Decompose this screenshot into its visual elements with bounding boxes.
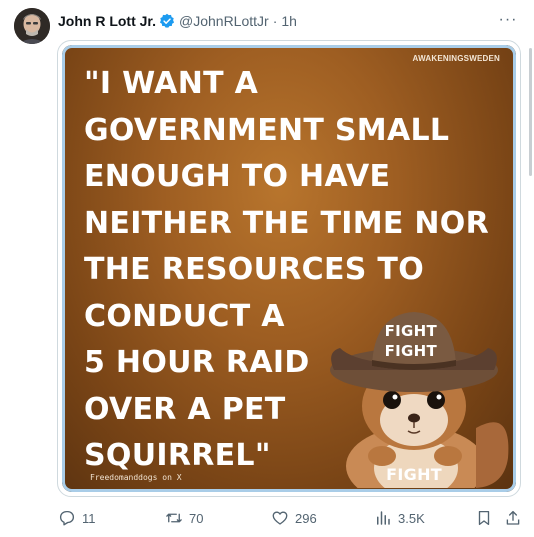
bookmark-icon [478, 510, 490, 526]
like-button[interactable]: 296 [271, 508, 317, 528]
hat-text-top: FIGHT [384, 322, 437, 340]
views-button[interactable]: 3.5K [374, 508, 425, 528]
quote-line: GOVERNMENT SMALL [84, 112, 450, 148]
like-count: 296 [295, 510, 317, 526]
hat-text-bottom: FIGHT [384, 342, 437, 360]
heart-icon [272, 511, 288, 525]
action-bar: 11 70 296 3.5K [58, 508, 522, 528]
share-icon [506, 510, 520, 525]
avatar-image [14, 8, 50, 44]
author-handle[interactable]: @JohnRLottJr [179, 13, 269, 29]
repost-button[interactable]: 70 [165, 508, 203, 528]
share-button[interactable] [504, 508, 522, 528]
more-options-button[interactable]: ··· [496, 9, 520, 31]
media-image: AWAKENINGSWEDEN "I WANT A GOVERNMENT SMA… [62, 45, 516, 492]
post-header: John R Lott Jr. @JohnRLottJr · 1h [58, 12, 297, 30]
author-name[interactable]: John R Lott Jr. [58, 13, 156, 29]
watermark-bottom: Freedomanddogs on X [90, 473, 182, 482]
views-chart-icon [377, 511, 390, 525]
post[interactable]: John R Lott Jr. @JohnRLottJr · 1h ··· AW… [0, 0, 534, 537]
meta-separator: · [272, 13, 278, 29]
bookmark-button[interactable] [475, 508, 493, 528]
reply-count: 11 [82, 510, 96, 526]
reply-button[interactable]: 11 [58, 508, 96, 528]
repost-count: 70 [189, 510, 204, 526]
page-scrollbar[interactable] [529, 48, 532, 176]
more-horizontal-icon: ··· [498, 11, 518, 28]
post-timestamp[interactable]: 1h [281, 13, 297, 29]
quote-line: ENOUGH TO HAVE [84, 159, 391, 194]
chest-text: FIGHT [386, 465, 442, 484]
quote-line: NEITHER THE TIME NOR [84, 205, 490, 241]
reply-icon [59, 510, 75, 526]
views-count: 3.5K [398, 510, 425, 526]
repost-icon [166, 513, 182, 523]
quote-line: "I WANT A [84, 66, 259, 101]
quote-line: THE RESOURCES TO [84, 252, 424, 287]
verified-badge-icon[interactable] [159, 13, 175, 29]
author-avatar[interactable] [14, 8, 50, 44]
post-media[interactable]: AWAKENINGSWEDEN "I WANT A GOVERNMENT SMA… [57, 40, 521, 497]
